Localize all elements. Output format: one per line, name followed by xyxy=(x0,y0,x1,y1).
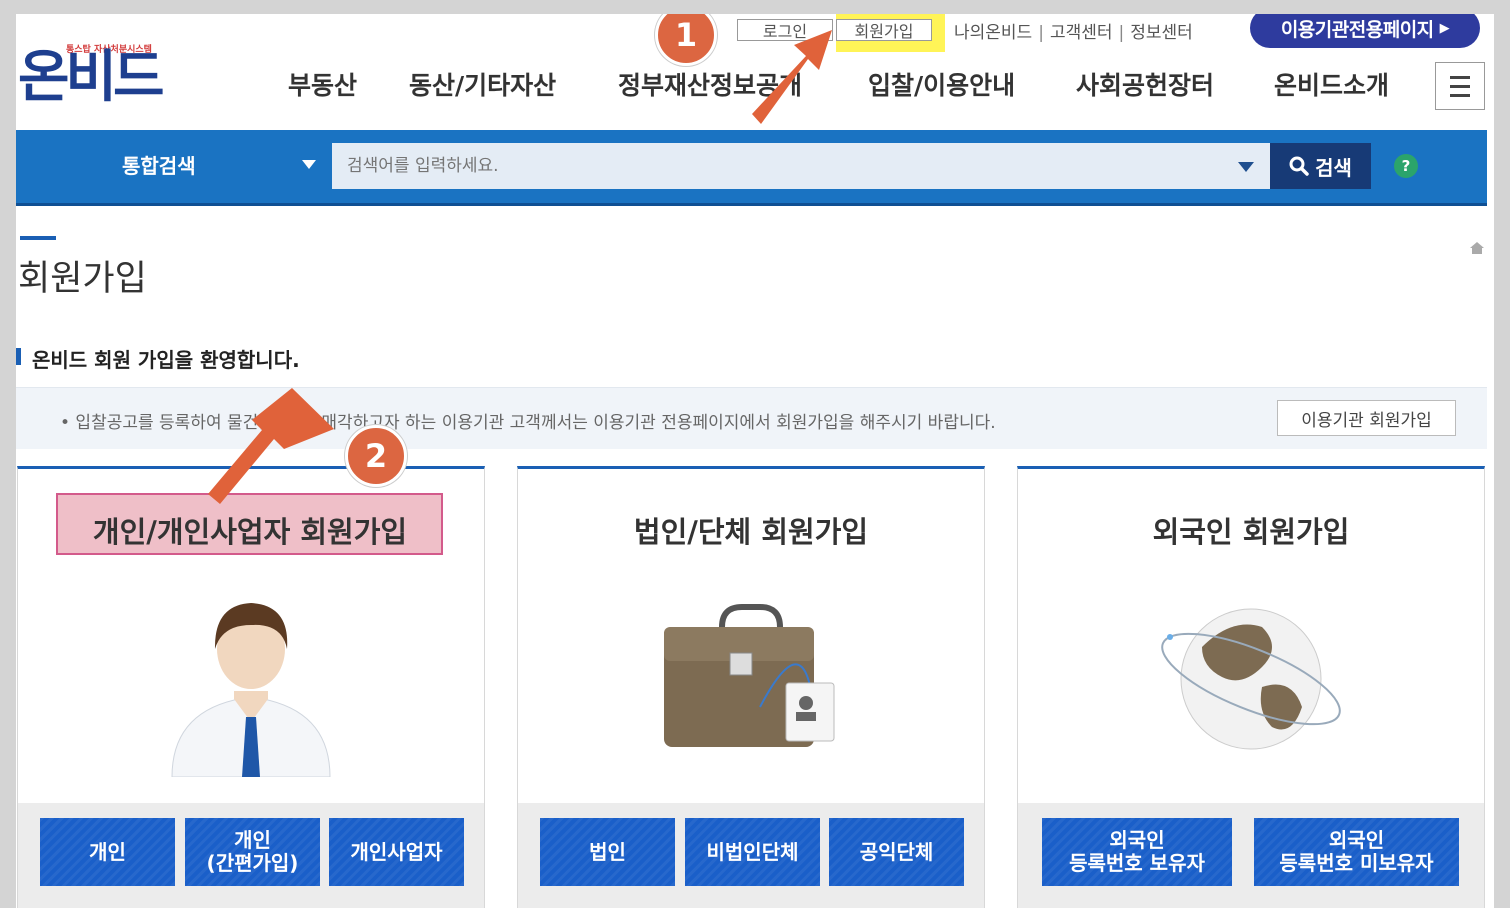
arrow-step1-icon xyxy=(752,30,832,124)
page-frame: 로그인 회원가입 나의온비드 | 고객센터 | 정보센터 이용기관전용페이지 ▶ 통스탑… xyxy=(16,14,1494,908)
annotation-arrows xyxy=(208,30,832,504)
arrow-step2-icon xyxy=(208,388,334,504)
step2-badge: 2 xyxy=(345,425,407,487)
